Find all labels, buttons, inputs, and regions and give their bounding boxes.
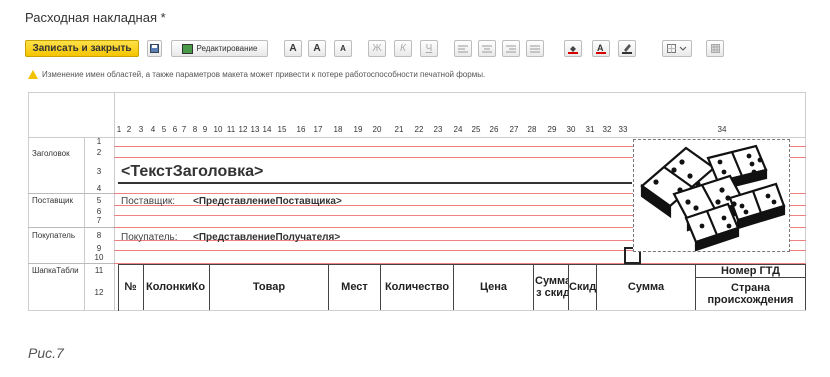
column-header-goods[interactable]: Товар <box>210 264 329 310</box>
edit-icon <box>181 43 193 54</box>
row-number: 3 <box>96 167 102 176</box>
column-number: 19 <box>353 125 363 134</box>
area-label-buyer[interactable]: Покупатель <box>32 231 75 240</box>
borders-dropdown-icon[interactable] <box>662 40 692 57</box>
column-number: 13 <box>250 125 260 134</box>
supplier-parameter[interactable]: <ПредставлениеПоставщика> <box>193 196 342 207</box>
italic-button[interactable]: К <box>394 40 412 57</box>
column-header-quantity[interactable]: Количество <box>381 264 454 310</box>
edit-label: Редактирование <box>196 44 258 53</box>
column-number: 1 <box>116 125 122 134</box>
column-number: 17 <box>313 125 323 134</box>
column-number: 21 <box>394 125 404 134</box>
fill-color-icon[interactable] <box>564 40 582 57</box>
row-number: 2 <box>96 148 102 157</box>
column-number: 10 <box>213 125 223 134</box>
column-number: 28 <box>527 125 537 134</box>
column-number: 25 <box>471 125 481 134</box>
column-header-divider <box>28 137 806 138</box>
header-underline <box>118 182 632 184</box>
row-number: 8 <box>96 231 102 240</box>
edit-mode-button[interactable]: Редактирование <box>171 40 268 57</box>
area-separator <box>28 263 114 264</box>
column-header-discount[interactable]: Скидк <box>569 264 597 310</box>
column-number: 9 <box>202 125 208 134</box>
column-number: 20 <box>372 125 382 134</box>
column-number: 31 <box>585 125 595 134</box>
row-number: 6 <box>96 207 102 216</box>
dominoes-picture[interactable] <box>633 139 790 252</box>
column-number: 24 <box>453 125 463 134</box>
grid-icon[interactable] <box>706 40 724 57</box>
font-increase-button[interactable]: A <box>308 40 326 57</box>
column-number: 4 <box>150 125 156 134</box>
area-separator <box>28 227 114 228</box>
row-number: 12 <box>94 288 104 297</box>
column-number: 2 <box>126 125 132 134</box>
buyer-parameter[interactable]: <ПредставлениеПолучателя> <box>193 232 340 243</box>
font-button[interactable]: A <box>284 40 302 57</box>
column-number: 23 <box>433 125 443 134</box>
row-number: 1 <box>96 137 102 146</box>
warning-message: Изменение имен областей, а также парамет… <box>28 70 485 79</box>
row-number: 4 <box>96 184 102 193</box>
align-center-icon[interactable] <box>478 40 496 57</box>
figure-caption: Рис.7 <box>28 345 64 361</box>
column-header-sum-with-discount[interactable]: Сумма з скид <box>534 264 569 310</box>
column-number: 26 <box>489 125 499 134</box>
warning-text: Изменение имен областей, а также парамет… <box>42 70 486 79</box>
row-number: 5 <box>96 196 102 205</box>
column-number: 12 <box>238 125 248 134</box>
document-title: Расходная накладная * <box>25 10 166 25</box>
area-separator <box>28 193 114 194</box>
area-label-header[interactable]: Заголовок <box>32 149 70 158</box>
area-label-table-header[interactable]: ШапкаТабли <box>32 266 79 275</box>
save-and-close-button[interactable]: Записать и закрыть <box>25 40 139 57</box>
column-number: 5 <box>161 125 167 134</box>
column-header-number[interactable]: № <box>118 264 144 310</box>
row-number: 11 <box>94 266 104 275</box>
column-number: 27 <box>509 125 519 134</box>
svg-text:A: A <box>597 43 604 53</box>
column-header-gtd[interactable]: Номер ГТД <box>696 264 806 278</box>
column-header-places[interactable]: Мест <box>329 264 381 310</box>
buyer-label[interactable]: Покупатель: <box>121 232 178 243</box>
column-number: 18 <box>333 125 343 134</box>
column-number: 3 <box>138 125 144 134</box>
save-icon[interactable] <box>147 40 162 57</box>
row-number: 9 <box>96 244 102 253</box>
dominoes-icon <box>640 144 786 252</box>
column-number: 22 <box>414 125 424 134</box>
column-number: 15 <box>277 125 287 134</box>
align-left-icon[interactable] <box>454 40 472 57</box>
column-number: 33 <box>618 125 628 134</box>
column-header-sum[interactable]: Сумма <box>597 264 696 310</box>
underline-button[interactable]: Ч <box>420 40 438 57</box>
column-header-price[interactable]: Цена <box>454 264 534 310</box>
column-header-country[interactable]: Страна происхождения <box>696 278 806 310</box>
align-justify-icon[interactable] <box>526 40 544 57</box>
header-text-parameter[interactable]: <ТекстЗаголовка> <box>121 163 263 181</box>
column-number: 14 <box>262 125 272 134</box>
border-color-icon[interactable] <box>618 40 636 57</box>
column-number: 32 <box>602 125 612 134</box>
column-number: 11 <box>226 125 236 134</box>
warning-icon <box>28 70 38 79</box>
column-number: 7 <box>181 125 187 134</box>
area-label-supplier[interactable]: Поставщик <box>32 196 73 205</box>
row-number: 10 <box>94 253 104 262</box>
column-number: 30 <box>566 125 576 134</box>
supplier-label[interactable]: Поставщик: <box>121 196 175 207</box>
align-right-icon[interactable] <box>502 40 520 57</box>
text-color-icon[interactable]: A <box>592 40 610 57</box>
column-number: 29 <box>547 125 557 134</box>
column-number-ruler: 1 2 3 4 5 6 7 8 9 10 11 12 13 14 15 16 1… <box>114 125 634 137</box>
column-header-code[interactable]: КолонкиКо <box>144 264 210 310</box>
bold-button[interactable]: Ж <box>368 40 386 57</box>
column-number: 34 <box>717 125 727 134</box>
column-number: 8 <box>192 125 198 134</box>
column-number: 16 <box>296 125 306 134</box>
font-decrease-button[interactable]: A <box>334 40 352 57</box>
row-number: 7 <box>96 216 102 225</box>
